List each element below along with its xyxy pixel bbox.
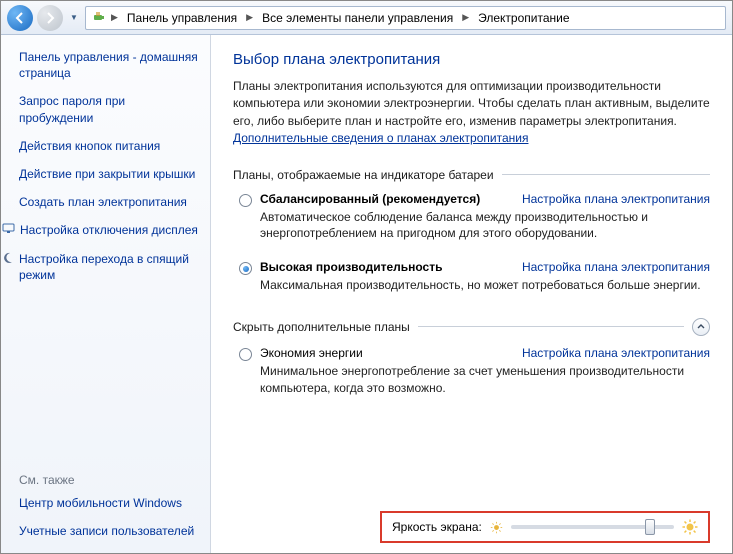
group-extra-header[interactable]: Скрыть дополнительные планы	[233, 318, 710, 336]
divider	[502, 174, 710, 175]
plan-settings-link[interactable]: Настройка плана электропитания	[522, 260, 710, 274]
intro-help-link[interactable]: Дополнительные сведения о планах электро…	[233, 131, 528, 145]
breadcrumb-item[interactable]: Электропитание	[474, 9, 573, 27]
intro-body: Планы электропитания используются для оп…	[233, 79, 710, 128]
brightness-bar: Яркость экрана:	[380, 511, 710, 543]
plan-desc: Автоматическое соблюдение баланса между …	[260, 209, 710, 243]
power-icon	[90, 10, 106, 26]
chevron-right-icon: ▶	[108, 12, 121, 23]
sidebar-item-label: Настройка перехода в спящий режим	[19, 251, 198, 283]
plan-name: Экономия энергии	[260, 346, 363, 360]
main-content: Выбор плана электропитания Планы электро…	[211, 35, 732, 553]
back-button[interactable]	[7, 5, 33, 31]
breadcrumb-item[interactable]: Все элементы панели управления	[258, 9, 457, 27]
plan-name: Высокая производительность	[260, 260, 442, 274]
group-label: Планы, отображаемые на индикаторе батаре…	[233, 168, 494, 182]
sidebar-link-sleep[interactable]: Настройка перехода в спящий режим	[1, 251, 198, 283]
sun-bright-icon	[682, 519, 698, 535]
chevron-right-icon: ▶	[243, 12, 256, 23]
group-label: Скрыть дополнительные планы	[233, 320, 410, 334]
collapse-icon[interactable]	[692, 318, 710, 336]
radio-balanced[interactable]	[239, 194, 252, 207]
sun-dim-icon	[490, 521, 503, 534]
see-also-accounts[interactable]: Учетные записи пользователей	[19, 523, 198, 539]
plan-name: Сбалансированный (рекомендуется)	[260, 192, 480, 206]
moon-icon	[1, 251, 14, 264]
plan-settings-link[interactable]: Настройка плана электропитания	[522, 192, 710, 206]
forward-button[interactable]	[37, 5, 63, 31]
breadcrumb: ▶ Панель управления ▶ Все элементы панел…	[85, 6, 726, 30]
plan-balanced: Сбалансированный (рекомендуется) Настрой…	[239, 192, 710, 257]
brightness-slider[interactable]	[511, 525, 674, 529]
radio-high-performance[interactable]	[239, 262, 252, 275]
sidebar-link-home[interactable]: Панель управления - домашняя страница	[19, 49, 198, 81]
sidebar-link-password[interactable]: Запрос пароля при пробуждении	[19, 93, 198, 125]
see-also-mobility[interactable]: Центр мобильности Windows	[19, 495, 198, 511]
page-title: Выбор плана электропитания	[233, 51, 710, 68]
plan-desc: Минимальное энергопотребление за счет ум…	[260, 363, 710, 397]
group-battery-header: Планы, отображаемые на индикаторе батаре…	[233, 168, 710, 182]
brightness-label: Яркость экрана:	[392, 520, 482, 534]
monitor-icon	[1, 222, 15, 235]
plan-desc: Максимальная производительность, но може…	[260, 277, 710, 294]
plan-power-saver: Экономия энергии Настройка плана электро…	[239, 346, 710, 411]
navbar: ▼ ▶ Панель управления ▶ Все элементы пан…	[1, 1, 732, 35]
radio-power-saver[interactable]	[239, 348, 252, 361]
sidebar-item-label: Настройка отключения дисплея	[20, 222, 198, 238]
see-also-header: См. также	[19, 473, 198, 487]
sidebar: Панель управления - домашняя страница За…	[1, 35, 211, 553]
sidebar-link-lid[interactable]: Действие при закрытии крышки	[19, 166, 198, 182]
slider-thumb[interactable]	[645, 519, 655, 535]
intro-text: Планы электропитания используются для оп…	[233, 78, 710, 148]
chevron-right-icon: ▶	[459, 12, 472, 23]
breadcrumb-item[interactable]: Панель управления	[123, 9, 241, 27]
plan-high-performance: Высокая производительность Настройка пла…	[239, 260, 710, 308]
divider	[418, 326, 684, 327]
sidebar-link-display-off[interactable]: Настройка отключения дисплея	[1, 222, 198, 238]
sidebar-link-buttons[interactable]: Действия кнопок питания	[19, 138, 198, 154]
plan-settings-link[interactable]: Настройка плана электропитания	[522, 346, 710, 360]
nav-history-dropdown[interactable]: ▼	[67, 8, 81, 28]
sidebar-link-create-plan[interactable]: Создать план электропитания	[19, 194, 198, 210]
